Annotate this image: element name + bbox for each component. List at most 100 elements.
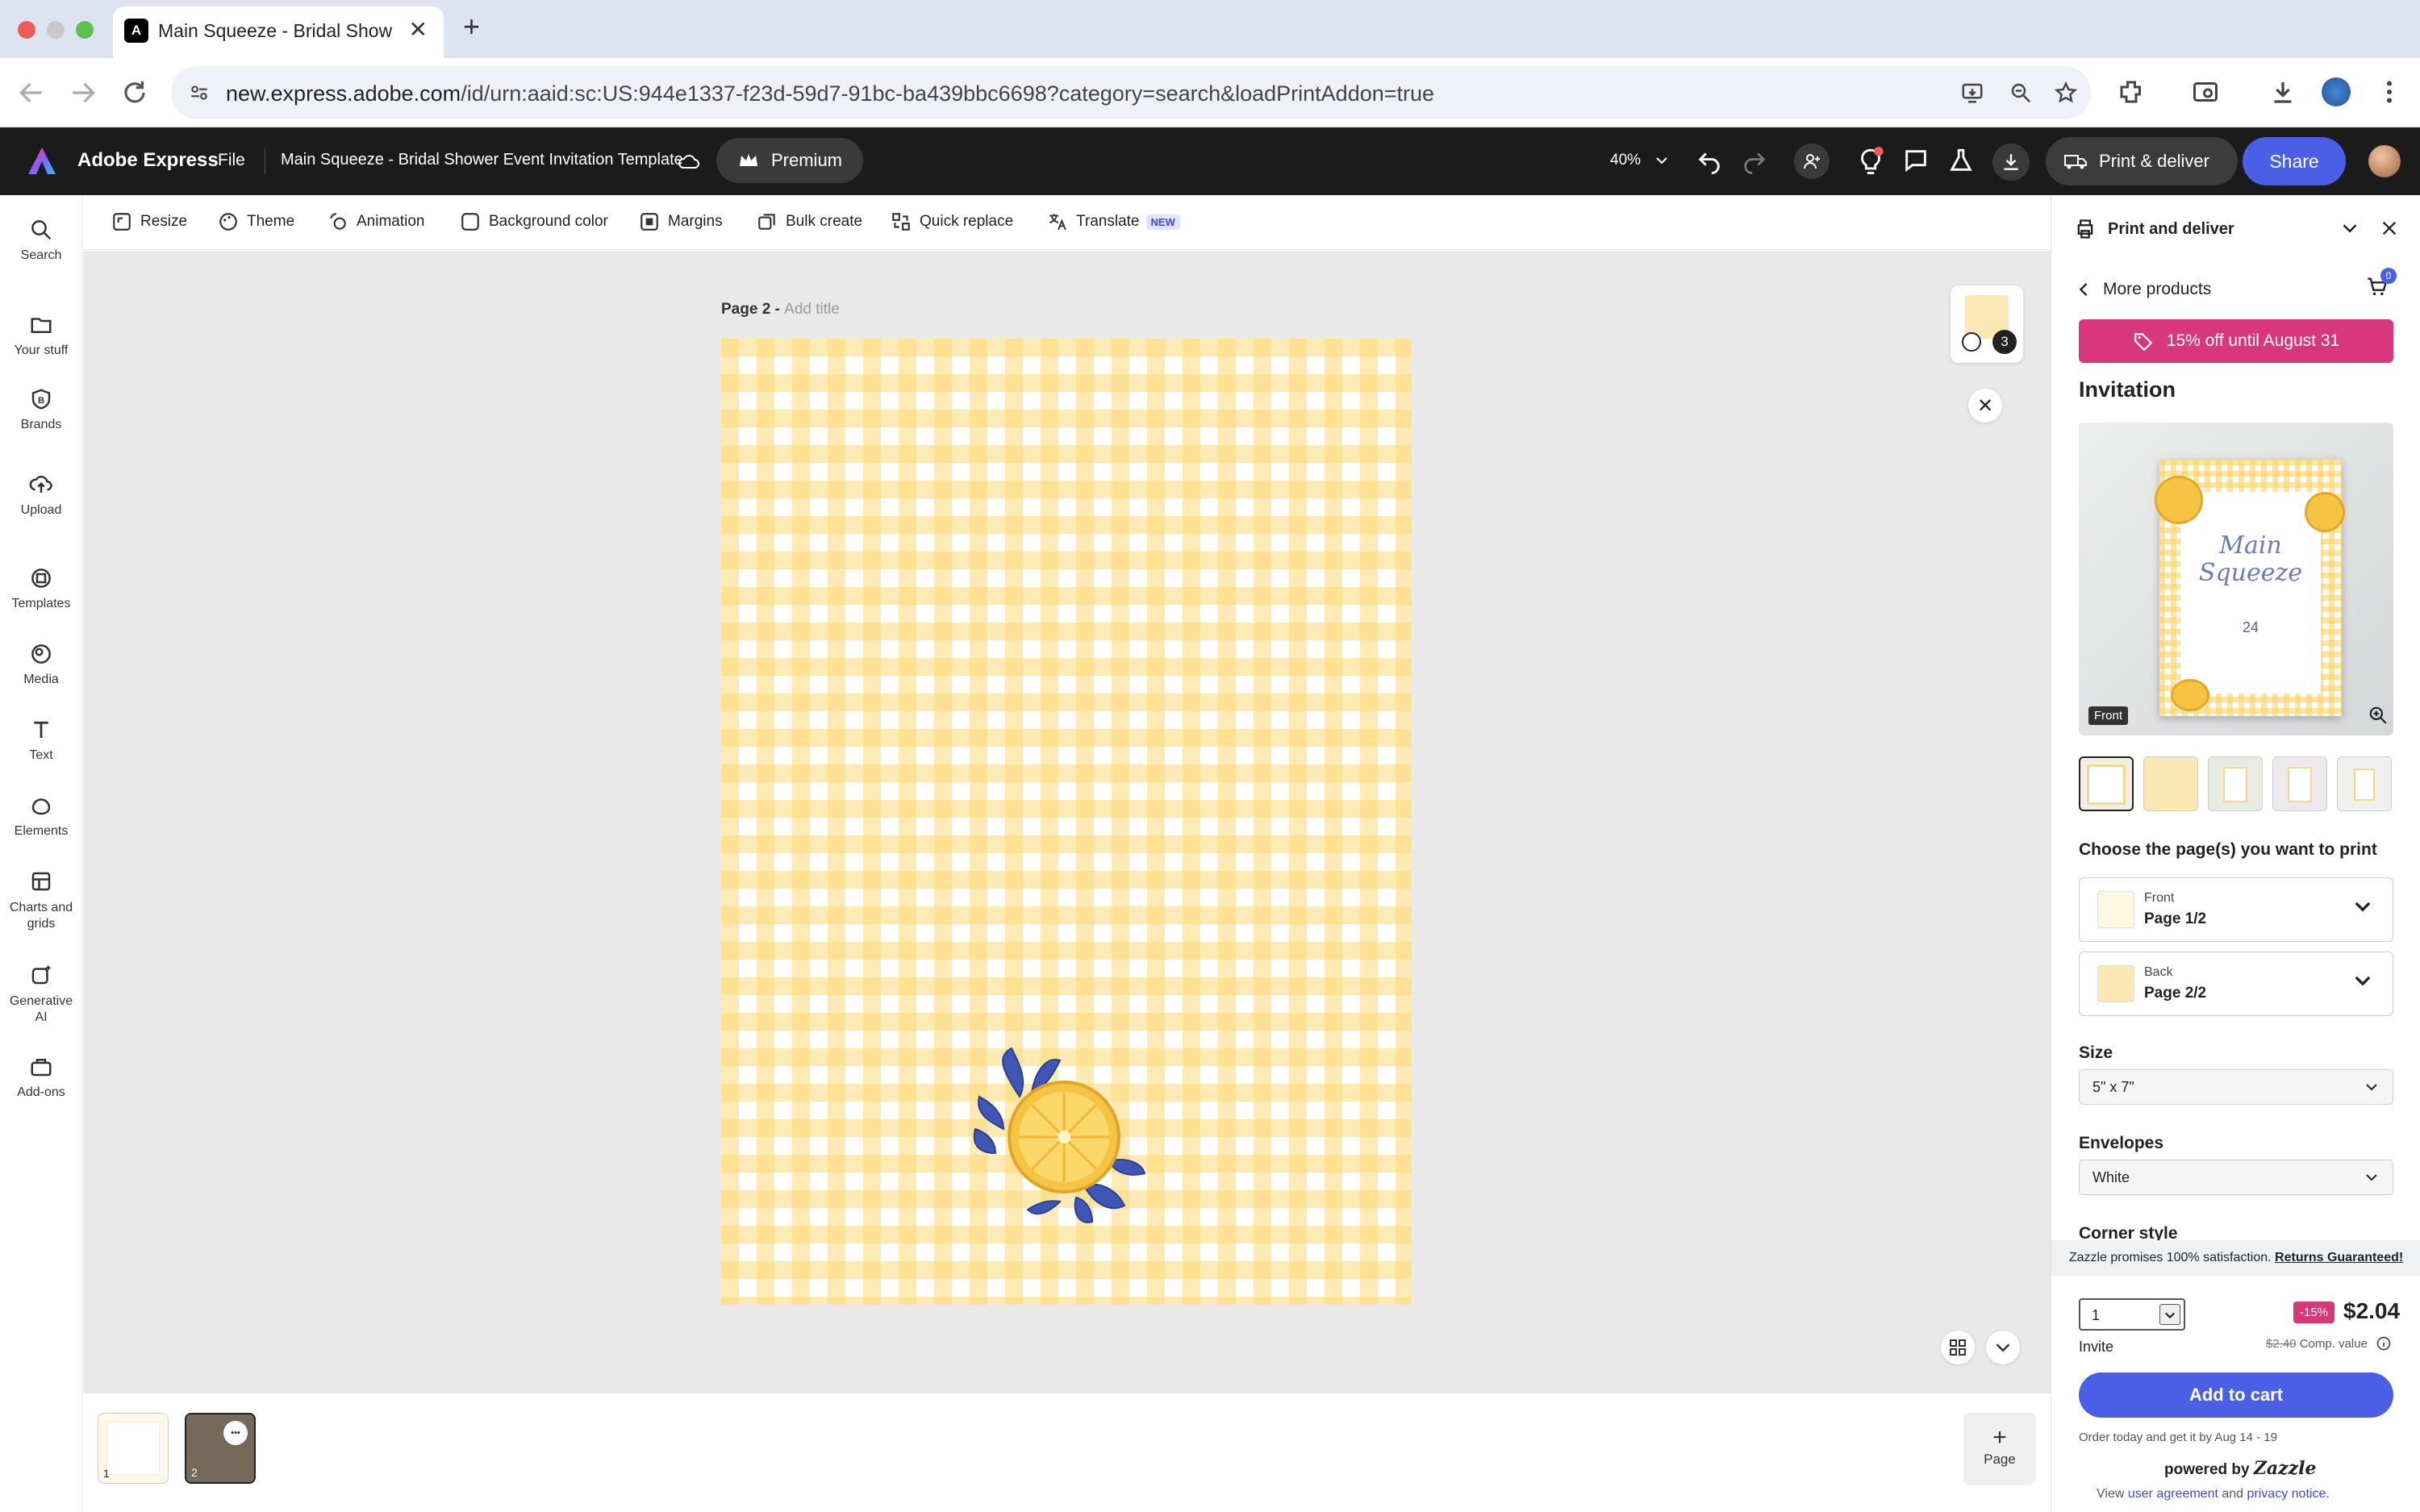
elements-icon [31, 798, 51, 815]
chevron-down-icon [2355, 976, 2371, 986]
lemon-illustration[interactable] [971, 1040, 1157, 1226]
add-to-cart-button[interactable]: Add to cart [2079, 1372, 2393, 1418]
bookmark-star-icon[interactable] [2054, 81, 2078, 105]
labs-icon[interactable] [1947, 147, 1975, 174]
product-title: Invitation [2079, 377, 2176, 402]
chevron-down-icon[interactable] [2342, 223, 2358, 234]
add-title-link[interactable]: Add title [784, 301, 840, 318]
translate-button[interactable]: Translate NEW [1047, 211, 1180, 232]
rail-charts-grids[interactable]: Charts and grids [0, 869, 82, 932]
chevron-down-icon [2355, 902, 2371, 912]
zoom-page-icon[interactable] [2009, 81, 2033, 105]
close-tab-icon[interactable]: ✕ [409, 16, 428, 43]
close-panel-icon[interactable] [2380, 219, 2398, 237]
margins-button[interactable]: Margins [639, 211, 723, 232]
rail-brands[interactable]: B Brands [0, 387, 82, 432]
rail-generative-ai[interactable]: Generative AI [0, 963, 82, 1026]
rail-search[interactable]: Search [0, 218, 82, 263]
lightbulb-icon[interactable] [1857, 145, 1884, 176]
comments-icon[interactable] [1902, 147, 1930, 174]
zoom-in-icon[interactable] [2368, 705, 2389, 726]
front-page-select[interactable]: Front Page 1/2 [2079, 877, 2393, 942]
extensions-icon[interactable] [2117, 77, 2146, 106]
privacy-notice-link[interactable]: privacy notice. [2247, 1487, 2330, 1501]
background-color-button[interactable]: Background color [460, 211, 608, 232]
artboard-page-2[interactable] [721, 339, 1412, 1305]
preview-thumbnail-2[interactable] [2143, 756, 2198, 811]
back-page-select[interactable]: Back Page 2/2 [2079, 952, 2393, 1016]
rail-text[interactable]: Text [0, 718, 82, 763]
tab-search-icon[interactable] [2191, 77, 2220, 106]
new-tab-icon[interactable]: + [463, 10, 480, 44]
user-avatar[interactable] [2368, 145, 2401, 177]
maximize-window-button[interactable] [76, 21, 94, 39]
rail-your-stuff[interactable]: Your stuff [0, 313, 82, 358]
grid-view-button[interactable] [1941, 1331, 1975, 1364]
download-button[interactable] [1992, 144, 2030, 181]
page-thumbnail-2[interactable]: ••• 2 [185, 1413, 256, 1484]
quantity-unit: Invite [2079, 1339, 2114, 1355]
quick-replace-button[interactable]: Quick replace [891, 211, 1013, 232]
page-thumbnail-1[interactable]: 1 [98, 1413, 169, 1484]
file-menu[interactable]: File [218, 151, 245, 170]
preview-thumbnail-3[interactable] [2208, 756, 2263, 811]
palette-icon [219, 213, 237, 231]
minimize-window-button[interactable] [47, 21, 65, 39]
size-select[interactable]: 5" x 7" [2079, 1069, 2393, 1105]
folder-icon [31, 318, 52, 333]
more-products-link[interactable]: More products [2079, 280, 2211, 299]
rail-add-ons[interactable]: Add-ons [0, 1055, 82, 1100]
info-icon[interactable] [2376, 1335, 2392, 1352]
animation-button[interactable]: Animation [328, 211, 425, 232]
close-icon[interactable]: ✕ [1968, 389, 2002, 423]
invite-collaborators-button[interactable] [1794, 144, 1830, 179]
profile-avatar[interactable] [2322, 77, 2351, 106]
rail-upload[interactable]: Upload [0, 473, 82, 518]
preview-thumbnail-1[interactable] [2079, 756, 2134, 811]
url-text: new.express.adobe.com/id/urn:aaid:sc:US:… [226, 81, 1435, 106]
forward-icon[interactable] [68, 77, 98, 108]
undo-icon[interactable] [1696, 147, 1723, 174]
back-icon[interactable] [16, 77, 47, 108]
add-user-icon [1804, 154, 1820, 169]
user-agreement-link[interactable]: user agreement [2128, 1487, 2218, 1501]
promo-banner: 15% off until August 31 [2079, 319, 2393, 363]
reload-icon[interactable] [119, 77, 150, 108]
adobe-express-logo-icon[interactable] [26, 145, 58, 177]
share-button[interactable]: Share [2243, 137, 2346, 185]
site-settings-icon[interactable] [189, 82, 210, 103]
collapse-pages-button[interactable] [1986, 1331, 2020, 1364]
cart-button[interactable]: 0 [2366, 268, 2397, 297]
document-title[interactable]: Main Squeeze - Bridal Shower Event Invit… [281, 151, 683, 169]
resize-button[interactable]: Resize [111, 211, 187, 232]
add-page-button[interactable]: + Page [1963, 1413, 2036, 1485]
browser-menu-icon[interactable] [2375, 77, 2404, 106]
downloads-icon[interactable] [2268, 77, 2297, 106]
redo-icon[interactable] [1741, 147, 1768, 174]
envelopes-select[interactable]: White [2079, 1160, 2393, 1195]
rail-media[interactable]: Media [0, 642, 82, 687]
preview-thumbnail-4[interactable] [2272, 756, 2327, 811]
print-deliver-button[interactable]: Print & deliver [2046, 137, 2238, 185]
premium-button[interactable]: Premium [716, 138, 863, 183]
layers-thumbnail[interactable]: 3 [1951, 285, 2023, 363]
browser-tab[interactable]: A Main Squeeze - Bridal Showe ✕ [113, 6, 444, 58]
url-field[interactable]: new.express.adobe.com/id/urn:aaid:sc:US:… [171, 66, 2091, 119]
price: $2.04 [2343, 1298, 2401, 1323]
discount-badge: -15% [2293, 1302, 2335, 1323]
returns-guaranteed-link[interactable]: Returns Guaranteed! [2275, 1251, 2403, 1264]
lock-icon[interactable] [1962, 332, 1981, 352]
page-more-button[interactable]: ••• [223, 1421, 248, 1445]
preview-thumbnail-5[interactable] [2337, 756, 2392, 811]
quantity-select[interactable]: 1 [2079, 1298, 2185, 1331]
rail-elements[interactable]: Elements [0, 793, 82, 839]
theme-button[interactable]: Theme [218, 211, 294, 232]
back-page-thumbnail [2097, 965, 2134, 1002]
product-preview[interactable]: Main Squeeze 24 Front [2079, 423, 2393, 735]
close-window-button[interactable] [18, 21, 35, 39]
bulk-create-button[interactable]: Bulk create [757, 211, 862, 232]
install-app-icon[interactable] [1960, 81, 1984, 105]
rail-templates[interactable]: Templates [0, 566, 82, 611]
front-page-thumbnail [2097, 891, 2134, 928]
zoom-dropdown[interactable]: 40% [1610, 152, 1668, 169]
